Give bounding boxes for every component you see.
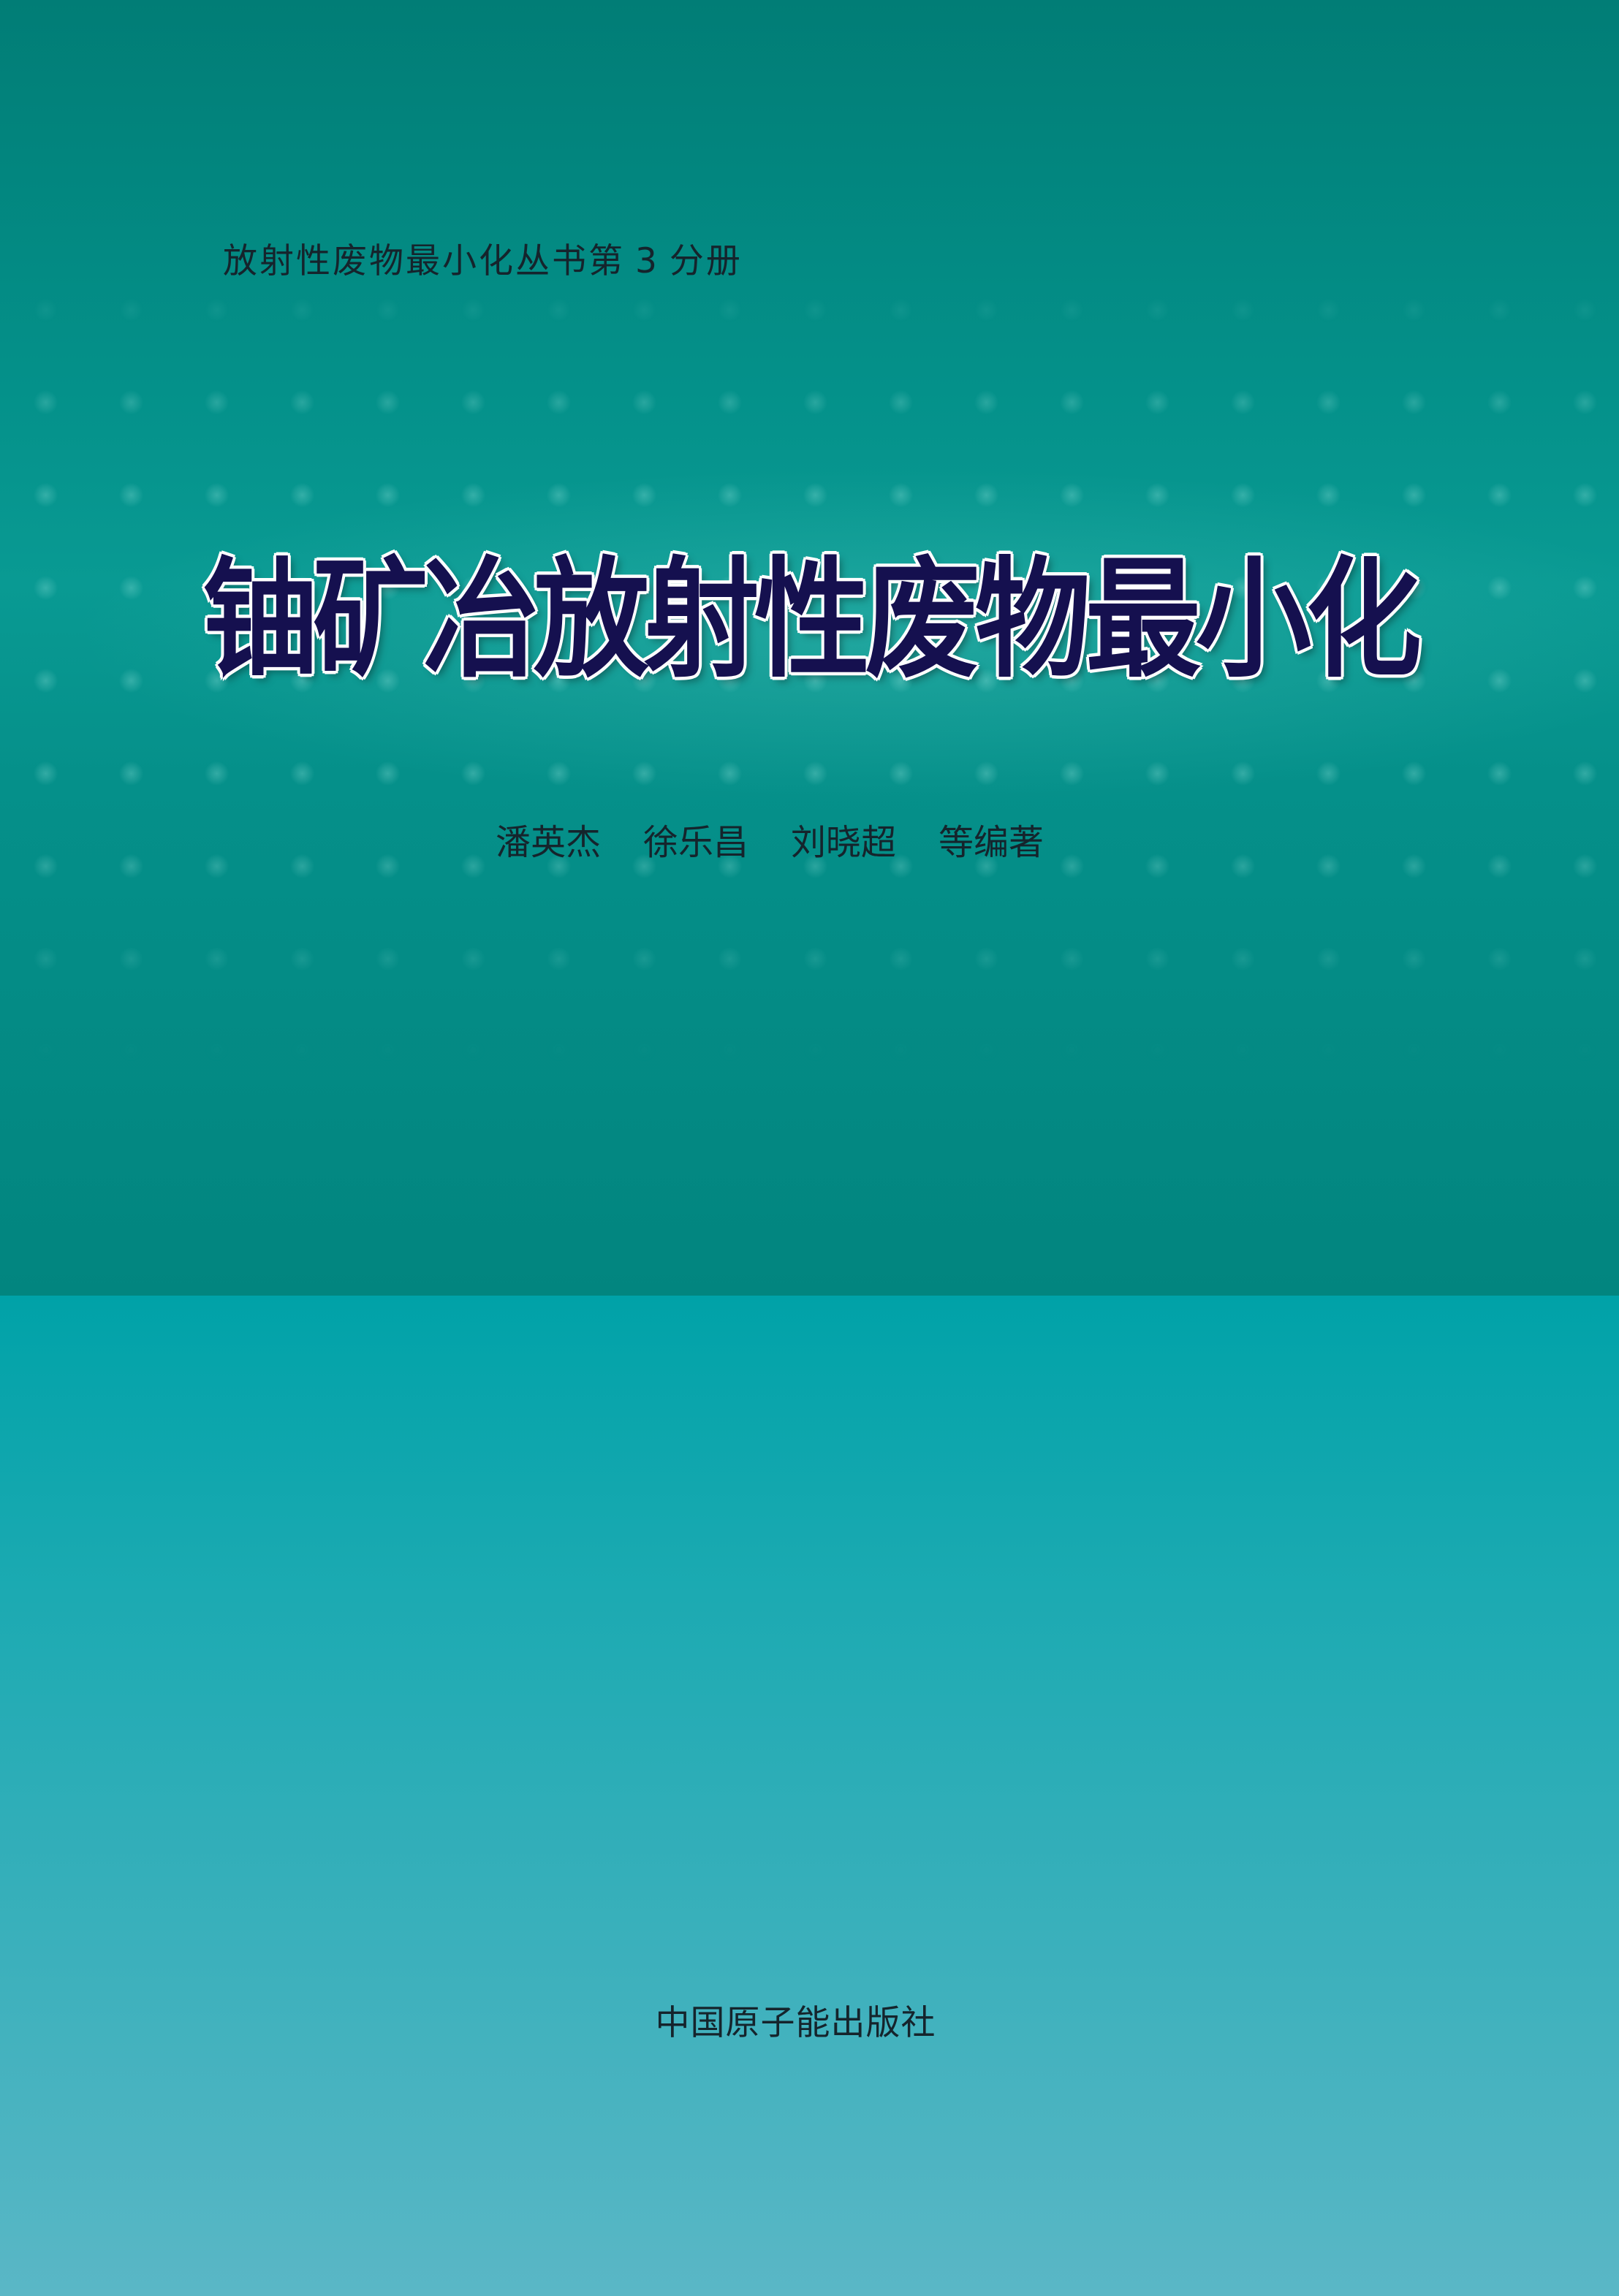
- author-role: 等编著: [939, 822, 1044, 863]
- author-line: 潘英杰 徐乐昌 刘晓超 等编著: [496, 813, 1044, 864]
- cover-bottom-band: [0, 1296, 1619, 2296]
- series-prefix: 放射性废物最小化丛书第: [223, 241, 625, 281]
- author-1: 潘英杰: [496, 822, 602, 863]
- author-2: 徐乐昌: [643, 822, 749, 863]
- series-line: 放射性废物最小化丛书第 3 分册: [223, 232, 743, 283]
- author-3: 刘晓超: [791, 822, 897, 863]
- series-volume-number: 3: [635, 241, 659, 281]
- book-cover: 放射性废物最小化丛书第 3 分册 铀矿冶放射性废物最小化 潘英杰 徐乐昌 刘晓超 等编著 …: [0, 0, 1619, 2296]
- book-title: 铀矿冶放射性废物最小化: [202, 544, 1422, 696]
- series-suffix: 分册: [669, 241, 743, 281]
- publisher-name: 中国原子能出版社: [655, 2003, 936, 2043]
